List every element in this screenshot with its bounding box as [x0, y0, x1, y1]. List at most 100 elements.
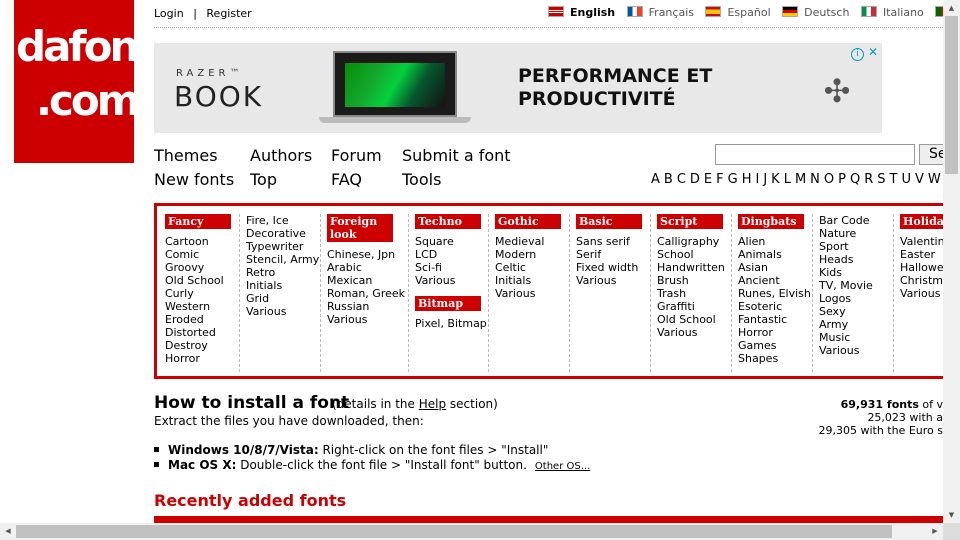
alphabet-letter[interactable]: O [824, 172, 834, 187]
theme-subcategory[interactable]: Initials [495, 274, 569, 287]
alphabet-letter[interactable]: I [755, 172, 759, 187]
scroll-left-icon[interactable]: ◀ [0, 523, 16, 540]
theme-subcategory[interactable]: Chinese, Jpn [327, 248, 408, 261]
theme-subcategory[interactable]: Animals [738, 248, 812, 261]
lang-espanol[interactable]: Español [705, 6, 771, 19]
alphabet-letter[interactable]: S [877, 172, 885, 187]
nav-themes[interactable]: Themes [154, 146, 218, 165]
theme-subcategory[interactable]: Various [415, 274, 488, 287]
alphabet-letter[interactable]: B [664, 172, 673, 187]
theme-subcategory[interactable]: Kids [819, 266, 893, 279]
theme-subcategory[interactable]: Horror [738, 326, 812, 339]
alphabet-letter[interactable]: R [864, 172, 873, 187]
theme-subcategory[interactable]: Various [657, 326, 731, 339]
alphabet-letter[interactable]: U [901, 172, 911, 187]
horizontal-scroll-thumb[interactable] [16, 525, 892, 538]
nav-top[interactable]: Top [250, 170, 277, 189]
theme-category[interactable]: Techno [415, 214, 481, 229]
theme-category[interactable]: Bitmap [415, 296, 481, 311]
theme-subcategory[interactable]: Fantastic [738, 313, 812, 326]
nav-authors[interactable]: Authors [250, 146, 312, 165]
theme-subcategory[interactable]: Logos [819, 292, 893, 305]
lang-english[interactable]: English [548, 6, 615, 19]
dafont-logo[interactable]: dafont .com [14, 0, 157, 163]
theme-category[interactable]: Holiday [900, 214, 943, 229]
nav-forum[interactable]: Forum [331, 146, 382, 165]
horizontal-scrollbar[interactable]: ◀ ▶ [0, 523, 943, 540]
theme-subcategory[interactable]: Curly [165, 287, 239, 300]
theme-subcategory[interactable]: Arabic [327, 261, 408, 274]
theme-subcategory[interactable]: Retro [246, 266, 320, 279]
theme-subcategory[interactable]: Various [576, 274, 650, 287]
theme-category[interactable]: Basic [576, 214, 642, 229]
theme-subcategory[interactable]: Sport [819, 240, 893, 253]
theme-category[interactable]: Script [657, 214, 723, 229]
scroll-down-icon[interactable]: ▼ [943, 507, 960, 523]
scroll-up-icon[interactable]: ▲ [943, 0, 960, 16]
alphabet-letter[interactable]: T [890, 172, 898, 187]
theme-subcategory[interactable]: Fixed width [576, 261, 650, 274]
lang-italiano[interactable]: Italiano [860, 6, 924, 19]
theme-subcategory[interactable]: Various [246, 305, 320, 318]
theme-subcategory[interactable]: Roman, Greek [327, 287, 408, 300]
theme-subcategory[interactable]: Sans serif [576, 235, 650, 248]
theme-subcategory[interactable]: Initials [246, 279, 320, 292]
alphabet-letter[interactable]: M [795, 172, 806, 187]
theme-subcategory[interactable]: Sexy [819, 305, 893, 318]
other-os-link[interactable]: Other OS... [535, 461, 590, 472]
theme-subcategory[interactable]: LCD [415, 248, 488, 261]
theme-category[interactable]: Dingbats [738, 214, 804, 229]
theme-subcategory[interactable]: Runes, Elvish [738, 287, 812, 300]
alphabet-letter[interactable]: K [771, 172, 780, 187]
alphabet-letter[interactable]: F [716, 172, 723, 187]
advertisement-banner[interactable]: RAZER™ BOOK PERFORMANCE ET PRODUCTIVITÉ … [154, 43, 882, 133]
theme-subcategory[interactable]: Typewriter [246, 240, 320, 253]
theme-subcategory[interactable]: Christmas [900, 274, 943, 287]
theme-subcategory[interactable]: Old School [165, 274, 239, 287]
alphabet-letter[interactable]: V [915, 172, 924, 187]
theme-subcategory[interactable]: Eroded [165, 313, 239, 326]
vertical-scrollbar[interactable]: ▲ ▼ [943, 0, 960, 523]
alphabet-letter[interactable]: P [838, 172, 846, 187]
theme-subcategory[interactable]: Graffiti [657, 300, 731, 313]
alphabet-letter[interactable]: E [704, 172, 712, 187]
theme-subcategory[interactable]: Bar Code [819, 214, 893, 227]
theme-subcategory[interactable]: Nature [819, 227, 893, 240]
search-button[interactable]: Se [919, 144, 943, 165]
theme-subcategory[interactable]: Modern [495, 248, 569, 261]
nav-submit-font[interactable]: Submit a font [402, 146, 511, 165]
theme-subcategory[interactable]: Mexican [327, 274, 408, 287]
help-link[interactable]: Help [419, 397, 446, 411]
theme-subcategory[interactable]: Various [900, 287, 943, 300]
theme-subcategory[interactable]: Old School [657, 313, 731, 326]
theme-subcategory[interactable]: Groovy [165, 261, 239, 274]
theme-subcategory[interactable]: Destroy [165, 339, 239, 352]
theme-subcategory[interactable]: Various [495, 287, 569, 300]
alphabet-letter[interactable]: H [742, 172, 752, 187]
theme-subcategory[interactable]: Grid [246, 292, 320, 305]
theme-subcategory[interactable]: Comic [165, 248, 239, 261]
alphabet-letter[interactable]: L [784, 172, 791, 187]
theme-subcategory[interactable]: Pixel, Bitmap [415, 317, 488, 330]
theme-subcategory[interactable]: Halloween [900, 261, 943, 274]
alphabet-letter[interactable]: J [763, 172, 767, 187]
login-link[interactable]: Login [154, 7, 184, 20]
theme-subcategory[interactable]: Brush [657, 274, 731, 287]
theme-subcategory[interactable]: Celtic [495, 261, 569, 274]
theme-subcategory[interactable]: Fire, Ice [246, 214, 320, 227]
theme-subcategory[interactable]: Western [165, 300, 239, 313]
theme-subcategory[interactable]: Cartoon [165, 235, 239, 248]
theme-subcategory[interactable]: Easter [900, 248, 943, 261]
theme-subcategory[interactable]: Various [819, 344, 893, 357]
nav-tools[interactable]: Tools [402, 170, 441, 189]
theme-category[interactable]: Foreign look [327, 214, 393, 242]
theme-subcategory[interactable]: Heads [819, 253, 893, 266]
theme-subcategory[interactable]: Distorted [165, 326, 239, 339]
theme-subcategory[interactable]: Russian [327, 300, 408, 313]
theme-subcategory[interactable]: Music [819, 331, 893, 344]
scroll-right-icon[interactable]: ▶ [927, 523, 943, 540]
alphabet-letter[interactable]: D [690, 172, 700, 187]
ad-info-icon[interactable]: i [851, 48, 864, 61]
alphabet-letter[interactable]: C [677, 172, 686, 187]
theme-subcategory[interactable]: Decorative [246, 227, 320, 240]
